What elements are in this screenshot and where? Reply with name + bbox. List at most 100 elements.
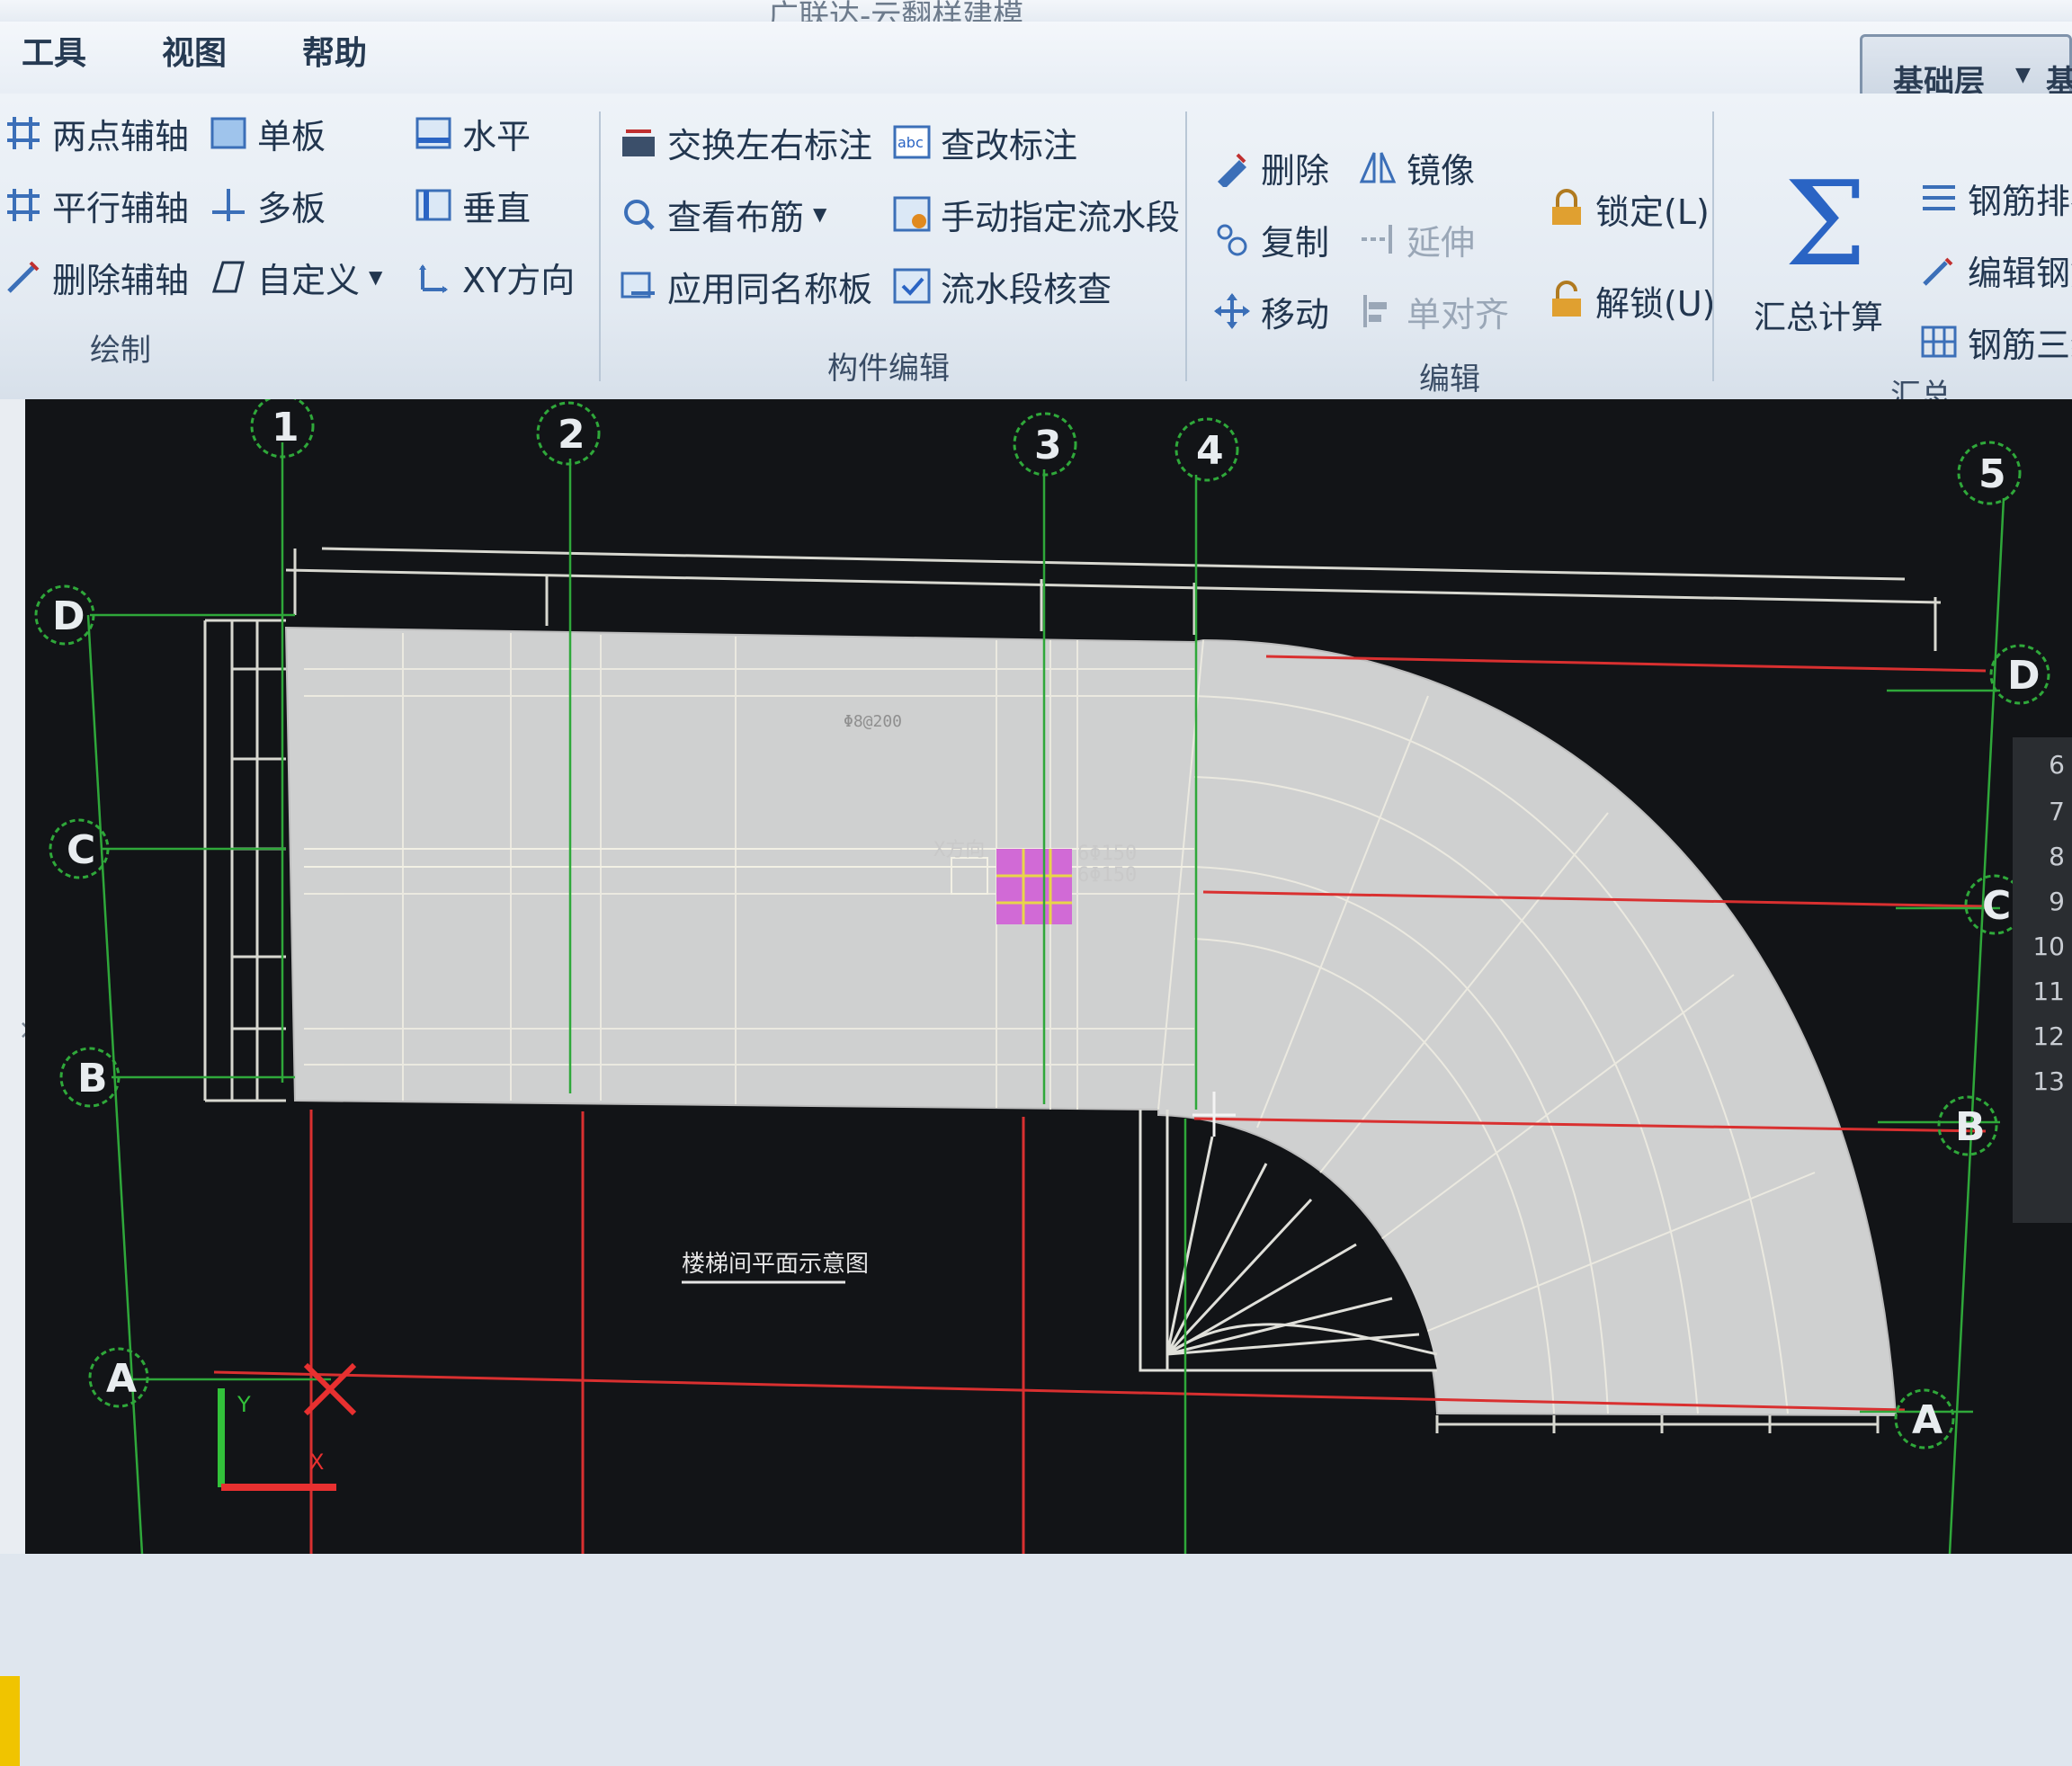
mirror-icon — [1358, 147, 1398, 187]
menu-help[interactable]: 帮助 — [302, 27, 367, 74]
group-label-component-edit: 构件编辑 — [827, 351, 950, 387]
flow-check-icon — [892, 266, 932, 306]
move-button[interactable]: 移动 — [1212, 284, 1329, 338]
multi-slab-button[interactable]: 多板 — [209, 178, 326, 232]
ribbon-separator — [599, 111, 601, 381]
move-label: 移动 — [1261, 294, 1330, 334]
left-dimension-lines — [203, 619, 286, 1102]
apply-same-name-button[interactable]: 应用同名称板 — [619, 259, 872, 313]
abc-icon: abc — [892, 122, 932, 162]
custom-label: 自定义 — [257, 260, 361, 300]
edit-label-label: 查改标注 — [941, 125, 1078, 165]
single-slab-button[interactable]: 单板 — [209, 106, 326, 160]
flow-segment-check-label: 流水段核查 — [941, 269, 1112, 309]
ucs-x-label: X — [309, 1449, 324, 1475]
multi-slab-label: 多板 — [257, 188, 326, 228]
delete-axis-button[interactable]: 删除辅轴 — [4, 250, 189, 304]
cad-canvas[interactable]: X方向 6Φ150 6Φ150 Φ8@200 楼梯间平面示意图 1 2 3 4 … — [25, 399, 2072, 1554]
rebar-arrange-label: 钢筋排布 — [1968, 181, 2072, 221]
summary-calc-button[interactable]: Σ 汇总计算 — [1745, 165, 1889, 345]
grid-row-left-d: D — [52, 593, 85, 639]
grid-row-right-d: D — [2007, 653, 2041, 699]
unlock-icon — [1547, 281, 1586, 320]
manual-flow-segment-button[interactable]: 手动指定流水段 — [892, 187, 1180, 241]
rebar-arrange-button[interactable]: 钢筋排布 — [1919, 171, 2072, 225]
delete-axis-label: 删除辅轴 — [52, 260, 190, 300]
ribbon-group-draw: 两点辅轴 单板 水平 平行辅轴 多板 垂直 删除辅轴 自定义 ▼ XY方向 绘制 — [0, 94, 597, 399]
extend-icon — [1358, 219, 1398, 259]
eraser-icon — [1212, 147, 1252, 189]
unlock-button[interactable]: 解锁(U) — [1547, 273, 1715, 327]
menu-view[interactable]: 视图 — [162, 27, 227, 74]
annotation-rebar-3: Φ8@200 — [844, 712, 902, 731]
swap-labels-icon — [619, 122, 658, 162]
annotation-rebar-1: 6Φ150 — [1077, 843, 1137, 865]
single-slab-label: 单板 — [257, 116, 326, 156]
edit-rebar-button[interactable]: 编辑钢筋 — [1919, 243, 2072, 297]
edit-label-button[interactable]: abc 查改标注 — [892, 115, 1077, 169]
sigma-icon: Σ — [1784, 156, 1867, 292]
vertical-button[interactable]: 垂直 — [414, 178, 531, 232]
delete-button[interactable]: 删除 — [1212, 140, 1329, 194]
selected-rebar-region[interactable] — [996, 849, 1072, 924]
rebar-3d-icon — [1919, 322, 1959, 361]
parallel-axis-label: 平行辅轴 — [52, 188, 190, 228]
menu-tools[interactable]: 工具 — [22, 27, 86, 74]
lock-icon — [1547, 189, 1586, 228]
ribbon-group-component-edit: 交换左右标注 abc 查改标注 查看布筋 ▼ 手动指定流水段 应用同名称板 流水… — [603, 94, 1187, 399]
row-number: 9 — [2049, 887, 2065, 916]
horizontal-icon — [414, 113, 453, 153]
drawing-note: 楼梯间平面示意图 — [682, 1251, 869, 1278]
two-point-axis-label: 两点辅轴 — [52, 116, 190, 156]
apply-same-name-label: 应用同名称板 — [667, 269, 873, 309]
flow-segment-check-button[interactable]: 流水段核查 — [892, 259, 1112, 313]
lock-button[interactable]: 锁定(L) — [1547, 182, 1710, 236]
grid-column-1: 1 — [272, 405, 299, 450]
row-number: 11 — [2032, 977, 2065, 1006]
grid-axis-icon — [4, 113, 43, 153]
polygon-icon — [209, 257, 248, 297]
grid-row-left-a: A — [106, 1356, 137, 1402]
row-number: 12 — [2032, 1021, 2065, 1051]
view-rebar-icon — [619, 194, 658, 234]
xy-direction-button[interactable]: XY方向 — [414, 250, 575, 304]
bottom-dimension-line — [1435, 1415, 1880, 1433]
row-number: 7 — [2049, 797, 2065, 826]
grid-row-right-a: A — [1912, 1397, 1942, 1443]
mirror-button[interactable]: 镜像 — [1358, 140, 1475, 194]
grid-row-bubbles-left: D C B A — [34, 584, 149, 1408]
mirror-label: 镜像 — [1407, 150, 1476, 191]
annotation-rebar-2: 6Φ150 — [1077, 864, 1137, 887]
left-sidebar — [0, 399, 27, 1766]
align-icon — [1358, 291, 1398, 331]
swap-labels-button[interactable]: 交换左右标注 — [619, 115, 872, 169]
lock-label: 锁定(L) — [1595, 192, 1710, 232]
copy-button[interactable]: 复制 — [1212, 212, 1329, 266]
ucs-y-label: Y — [237, 1392, 251, 1417]
chevron-down-icon: ▼ — [813, 203, 827, 225]
annotation-x-direction: X方向 — [933, 839, 985, 861]
sidebar-highlight — [0, 1676, 20, 1766]
extend-button[interactable]: 延伸 — [1358, 212, 1475, 266]
custom-button[interactable]: 自定义 ▼ — [209, 250, 382, 304]
cad-drawing[interactable]: X方向 6Φ150 6Φ150 Φ8@200 楼梯间平面示意图 1 2 3 4 … — [25, 399, 2072, 1554]
slab-region[interactable] — [284, 626, 1898, 1417]
apply-same-name-icon — [619, 266, 658, 306]
ribbon-separator — [1185, 111, 1187, 381]
delete-label: 删除 — [1261, 150, 1330, 191]
svg-text:abc: abc — [898, 134, 924, 151]
vertical-icon — [414, 185, 453, 225]
row-number: 8 — [2049, 842, 2065, 871]
summary-calc-label: 汇总计算 — [1754, 299, 1884, 336]
single-align-button[interactable]: 单对齐 — [1358, 284, 1509, 338]
two-point-axis-button[interactable]: 两点辅轴 — [4, 106, 189, 160]
view-rebar-button[interactable]: 查看布筋 ▼ — [619, 187, 826, 241]
row-number: 6 — [2049, 750, 2065, 780]
chevron-down-icon: ▼ — [369, 266, 383, 288]
ribbon: 两点辅轴 单板 水平 平行辅轴 多板 垂直 删除辅轴 自定义 ▼ XY方向 绘制… — [0, 94, 2072, 414]
rebar-3d-button[interactable]: 钢筋三维 — [1919, 315, 2072, 369]
copy-label: 复制 — [1261, 222, 1330, 263]
parallel-axis-button[interactable]: 平行辅轴 — [4, 178, 189, 232]
horizontal-button[interactable]: 水平 — [414, 106, 531, 160]
xy-direction-label: XY方向 — [462, 260, 576, 300]
